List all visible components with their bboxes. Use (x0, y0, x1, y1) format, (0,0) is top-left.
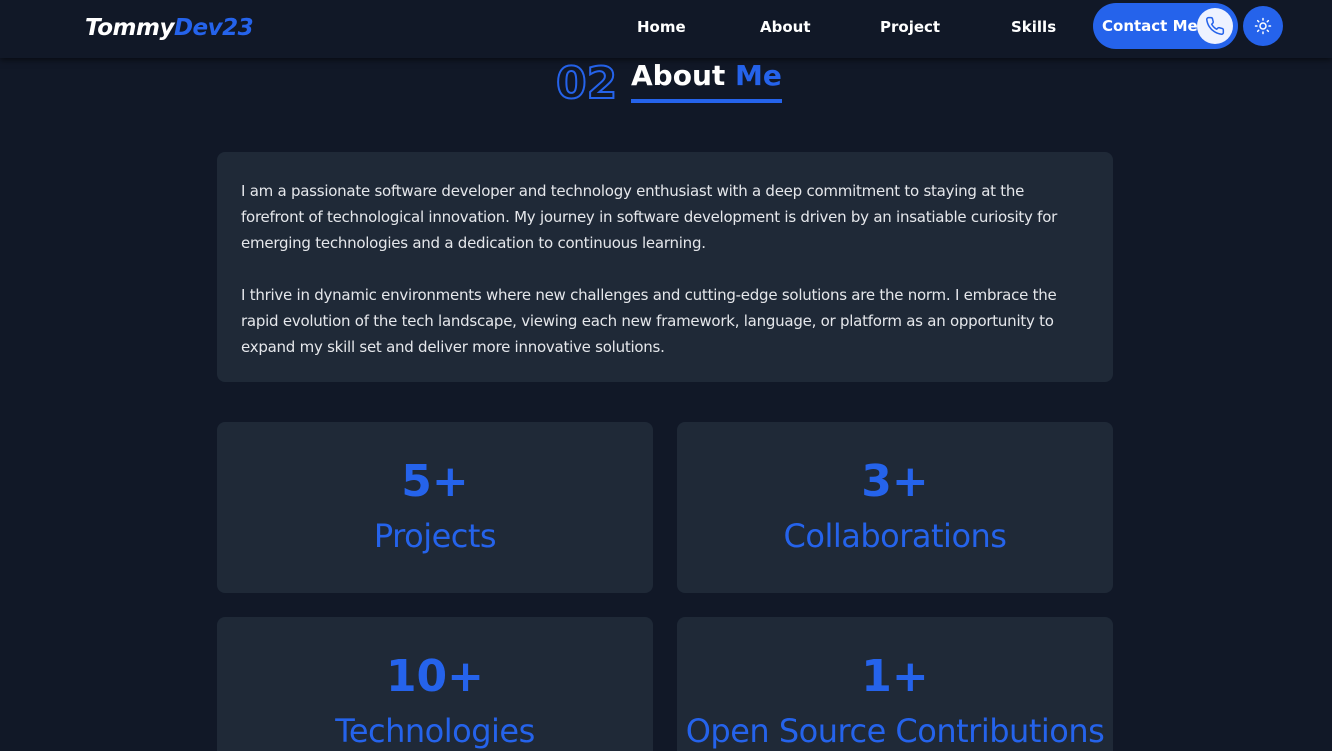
section-title: About Me (631, 58, 782, 103)
stat-label: Technologies (335, 712, 535, 750)
section-title-accent: Me (735, 59, 782, 92)
stat-label: Open Source Contributions (685, 712, 1105, 750)
phone-icon (1197, 8, 1233, 44)
stat-value: 3+ (861, 456, 929, 507)
logo-text-primary: Tommy (85, 15, 174, 41)
logo-text-accent: Dev23 (173, 15, 254, 41)
stat-card-projects: 5+ Projects (217, 422, 653, 593)
stat-label: Projects (373, 517, 497, 555)
stat-value: 5+ (401, 456, 469, 507)
contact-me-button[interactable]: Contact Me (1093, 3, 1238, 49)
navbar: TommyDev23 Home About Project Skills Con… (0, 0, 1332, 58)
sun-icon (1254, 17, 1272, 35)
section-title-primary: About (631, 59, 726, 92)
stat-value: 1+ (861, 651, 929, 702)
about-description-card: I am a passionate software developer and… (217, 152, 1113, 382)
theme-toggle-button[interactable] (1243, 6, 1283, 46)
site-logo[interactable]: TommyDev23 (85, 14, 254, 42)
about-paragraph-1: I am a passionate software developer and… (241, 182, 1058, 252)
stat-card-collaborations: 3+ Collaborations (677, 422, 1113, 593)
nav-link-skills[interactable]: Skills (1011, 17, 1056, 37)
stat-card-open-source: 1+ Open Source Contributions (677, 617, 1113, 751)
stat-card-technologies: 10+ Technologies (217, 617, 653, 751)
contact-me-label: Contact Me (1102, 17, 1198, 35)
nav-link-project[interactable]: Project (880, 17, 940, 37)
nav-link-home[interactable]: Home (637, 17, 686, 37)
about-paragraph-2: I thrive in dynamic environments where n… (241, 286, 1057, 356)
stat-value: 10+ (385, 651, 485, 702)
stat-label: Collaborations (783, 517, 1007, 555)
section-number: 02 (555, 58, 618, 109)
nav-link-about[interactable]: About (760, 17, 811, 37)
